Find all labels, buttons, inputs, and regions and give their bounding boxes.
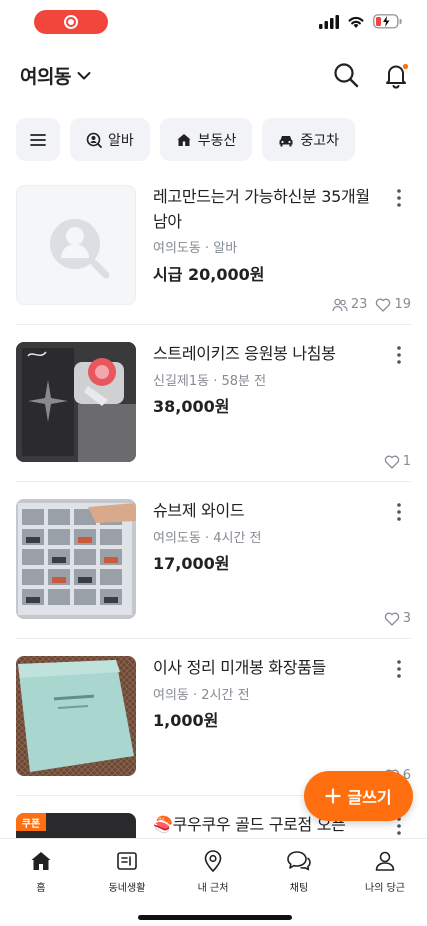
shoe-rack-photo-icon [16,499,136,619]
more-options-icon[interactable] [391,188,407,208]
screen-recording-indicator[interactable] [34,10,108,34]
like-count-value: 1 [402,454,411,469]
write-post-button[interactable]: 글쓰기 [304,771,413,821]
nav-home[interactable]: 홈 [1,849,81,894]
list-item[interactable]: 스트레이키즈 응원봉 나침봉 신길제1동 · 58분 전 38,000원 1 [16,325,411,482]
applicant-count-value: 23 [350,297,368,312]
search-icon [334,63,359,88]
nav-chat-label: 채팅 [289,883,309,894]
item-price: 1,000원 [153,711,219,730]
heart-icon [384,455,399,469]
chat-bubbles-icon [287,851,311,871]
coupon-badge: 쿠폰 [16,813,46,831]
chip-label: 알바 [108,132,134,149]
more-options-icon[interactable] [391,659,407,679]
job-search-icon [86,132,102,148]
item-thumbnail-image [16,342,136,462]
more-options-icon[interactable] [391,345,407,365]
lightstick-photo-icon [16,342,136,462]
hamburger-menu-icon [30,133,46,146]
more-options-icon[interactable] [391,502,407,522]
item-title: 이사 정리 미개봉 화장품들 [153,658,326,677]
home-indicator[interactable] [138,915,292,920]
nav-chat[interactable]: 채팅 [259,849,339,894]
item-title: 슈브제 와이드 [153,501,245,520]
like-count: 3 [384,611,411,626]
item-price: 17,000원 [153,554,230,573]
list-item[interactable]: 슈브제 와이드 여의도동 · 4시간 전 17,000원 3 [16,482,411,639]
chip-label: 부동산 [197,132,237,149]
nav-my-profile[interactable]: 나의 당근 [345,849,425,894]
chevron-down-icon [77,71,91,79]
notifications-button[interactable] [381,60,411,90]
newspaper-icon [117,852,137,870]
nav-community[interactable]: 동네생활 [87,849,167,894]
location-selector[interactable]: 여의동 [20,62,91,89]
person-icon [375,851,395,871]
people-icon [332,298,348,311]
chip-used-car[interactable]: 중고차 [262,118,356,161]
category-chips: 알바 부동산 중고차 [16,118,356,161]
nav-my-profile-label: 나의 당근 [365,883,405,894]
cellular-signal-icon [319,14,339,29]
placeholder-profile-search-icon [50,219,110,279]
item-thumbnail-placeholder [16,185,136,305]
like-count-value: 3 [402,611,411,626]
coupon-badge-label: 쿠폰 [21,818,41,830]
list-item[interactable]: 레고만드는거 가능하신분 35개월 남아 여의도동 · 알바 시급 20,000… [16,168,411,325]
item-price: 38,000원 [153,397,230,416]
item-meta: 여의동 · 2시간 전 [153,688,250,703]
item-meta: 신길제1동 · 58분 전 [153,374,267,389]
like-count: 19 [375,297,411,312]
nav-nearby[interactable]: 내 근처 [173,849,253,894]
item-price: 시급 20,000원 [153,265,265,284]
car-icon [279,135,293,146]
item-title: 스트레이키즈 응원봉 나침봉 [153,344,336,363]
heart-icon [384,612,399,626]
category-menu-button[interactable] [16,118,60,161]
applicant-count: 23 [332,297,368,312]
search-button[interactable] [331,60,361,90]
chip-label: 중고차 [300,132,340,149]
item-thumbnail-image [16,499,136,619]
item-meta: 여의도동 · 4시간 전 [153,531,262,546]
write-post-label: 글쓰기 [347,788,392,807]
item-stats: 3 [384,611,411,626]
item-stats: 1 [384,454,411,469]
wifi-icon [348,16,364,28]
item-stats: 23 19 [332,297,411,312]
plus-icon [325,788,342,804]
like-count: 1 [384,454,411,469]
item-thumbnail-image [16,656,136,776]
chip-part-time-job[interactable]: 알바 [70,118,150,161]
nav-nearby-label: 내 근처 [197,883,229,894]
house-icon [177,133,191,146]
bottom-navigation: 홈 동네생활 내 근처 채팅 나의 당근 [0,838,427,926]
battery-low-icon [373,14,402,29]
location-label: 여의동 [20,66,71,88]
location-pin-icon [204,850,222,873]
bell-icon [386,63,409,89]
item-meta: 여의도동 · 알바 [153,241,238,256]
record-icon [64,15,78,29]
nav-home-label: 홈 [36,883,46,894]
like-count-value: 19 [394,297,411,312]
heart-icon [376,298,391,312]
item-title: 레고만드는거 가능하신분 35개월 남아 [153,187,370,231]
chip-real-estate[interactable]: 부동산 [159,118,253,161]
cosmetics-photo-icon [16,656,136,776]
home-icon [31,852,51,870]
status-bar [0,0,427,46]
nav-community-label: 동네생활 [108,883,146,894]
top-app-bar: 여의동 [0,52,427,98]
